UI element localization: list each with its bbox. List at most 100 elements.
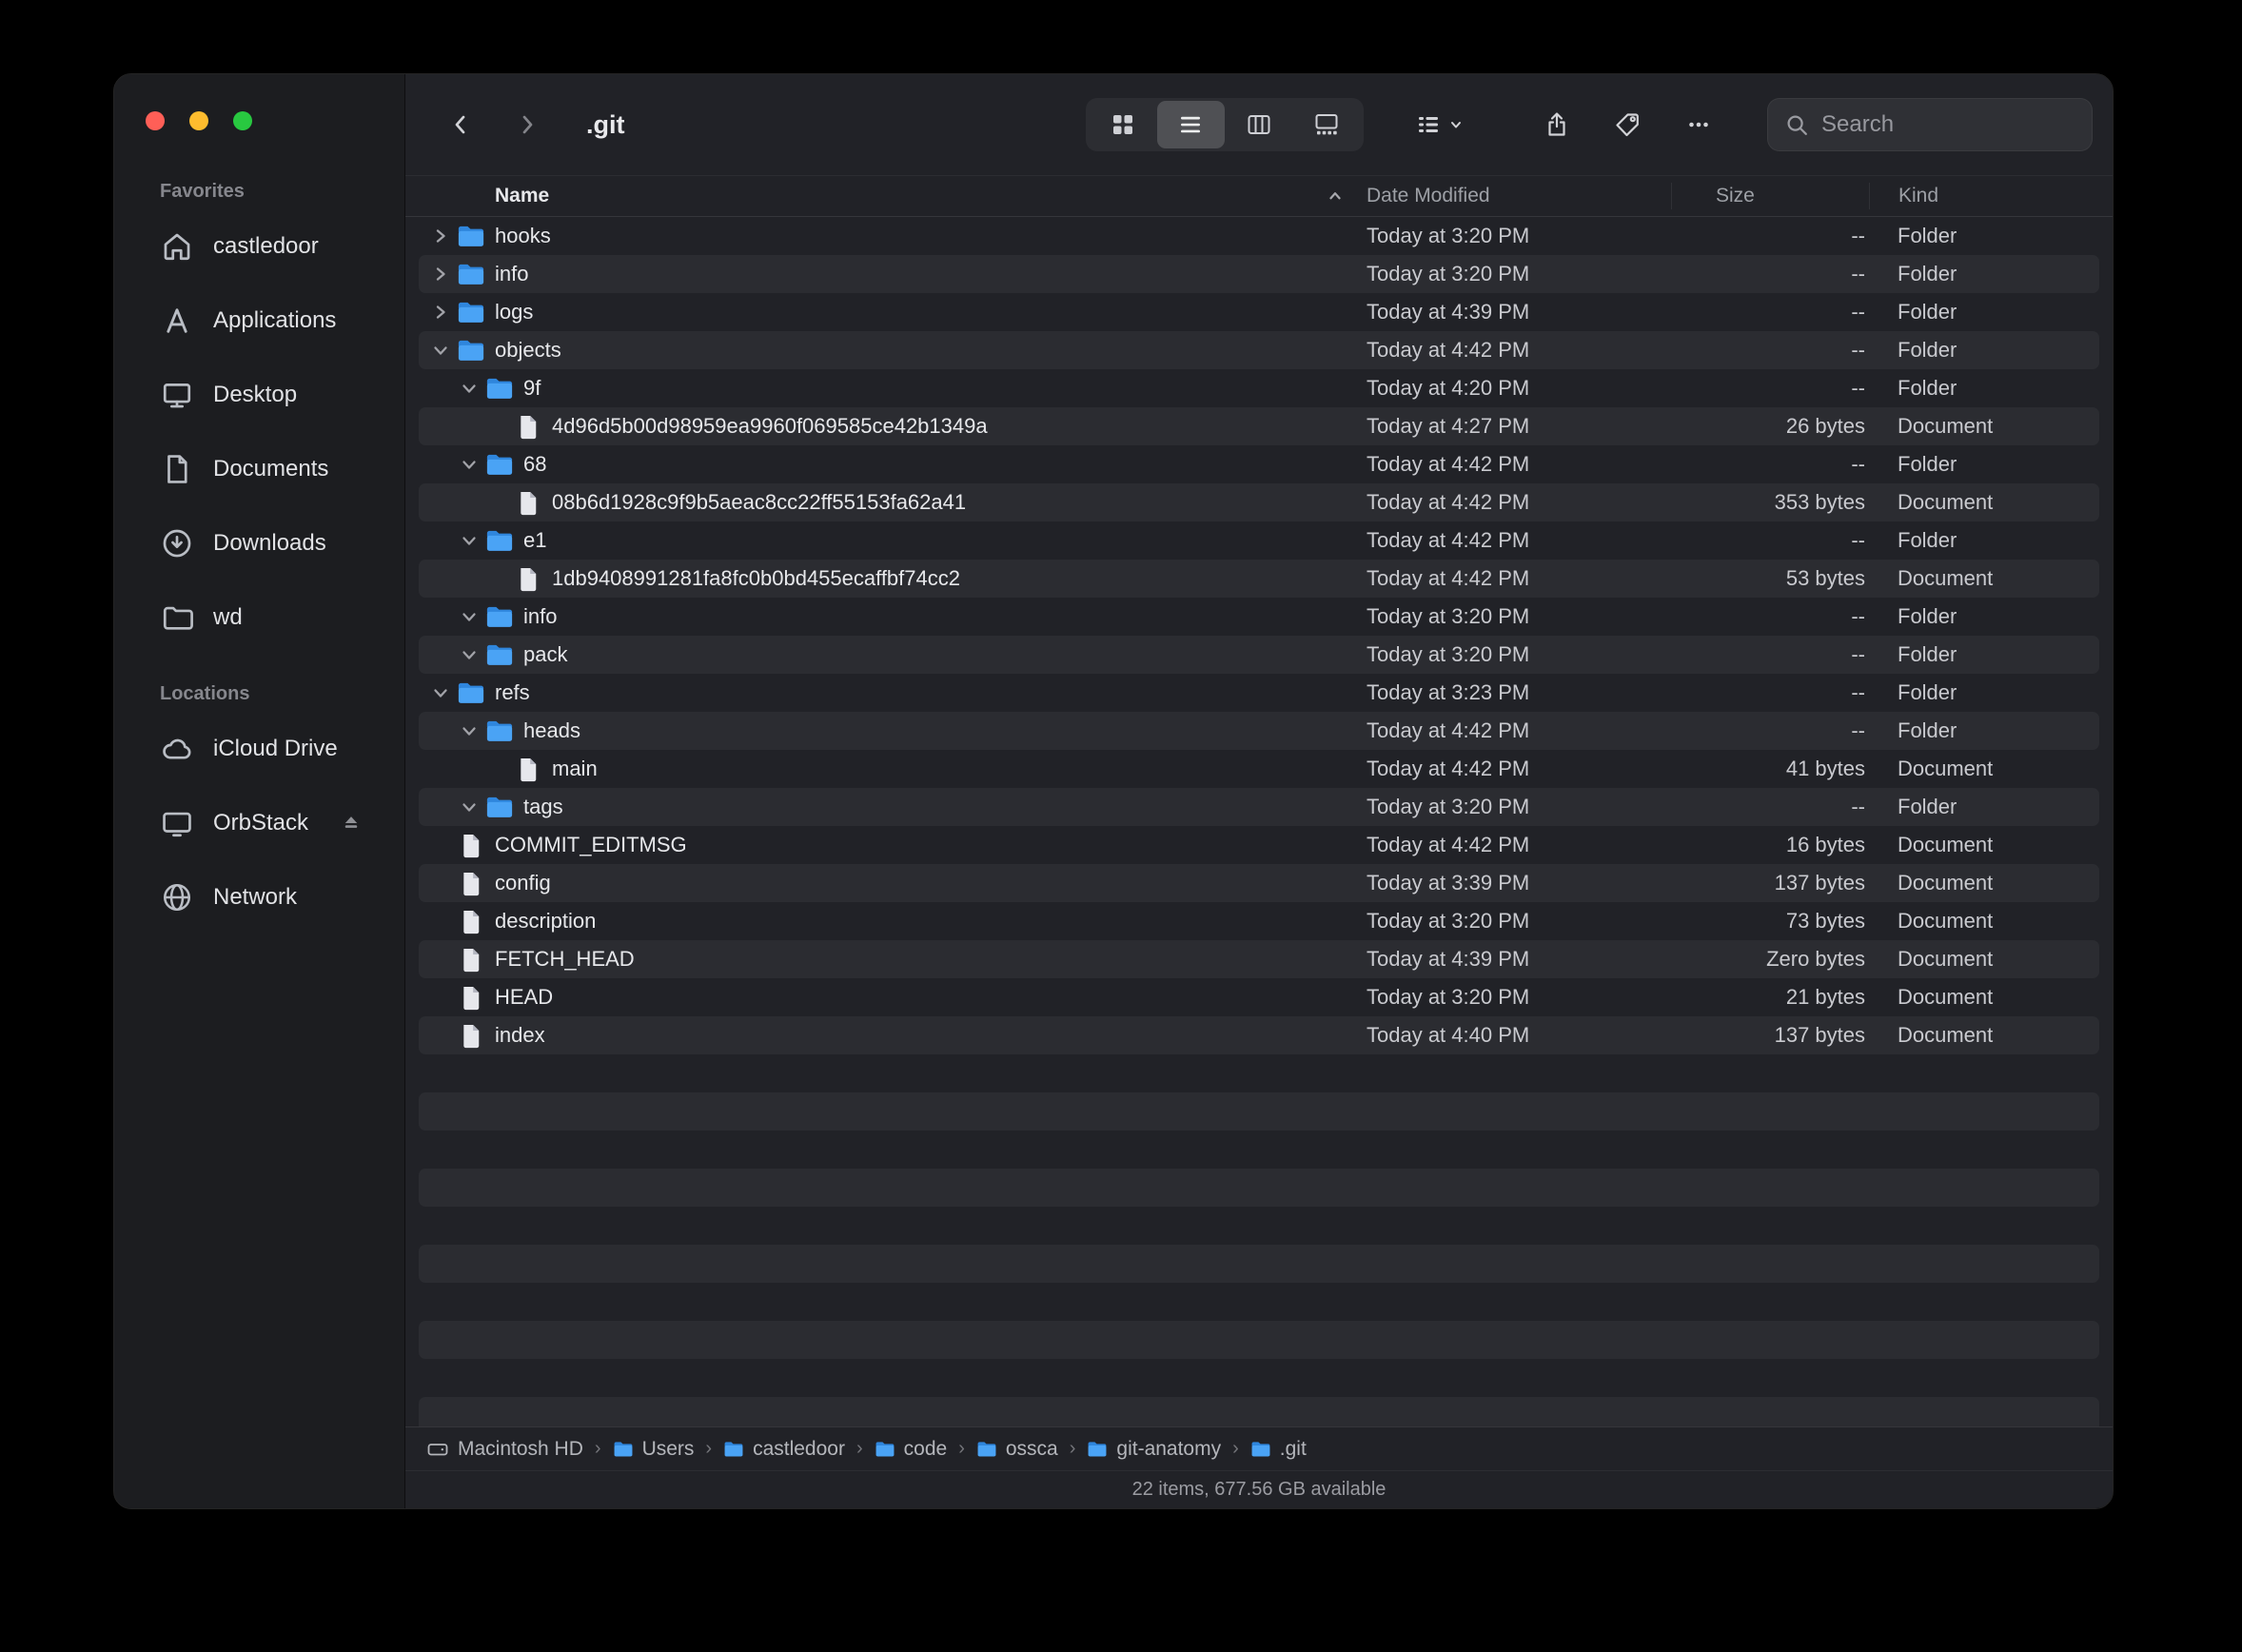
disclosure-chevron-icon[interactable] bbox=[426, 265, 455, 284]
back-button[interactable] bbox=[434, 98, 487, 151]
breadcrumb-item[interactable]: code bbox=[875, 1438, 948, 1461]
view-gallery-button[interactable] bbox=[1293, 101, 1362, 148]
cell-date-modified: Today at 3:20 PM bbox=[1367, 795, 1671, 819]
file-row[interactable]: COMMIT_EDITMSGToday at 4:42 PM16 bytesDo… bbox=[419, 826, 2099, 864]
file-row[interactable]: 9fToday at 4:20 PM--Folder bbox=[419, 369, 2099, 407]
file-row[interactable]: hooksToday at 3:20 PM--Folder bbox=[419, 217, 2099, 255]
sidebar-item-documents[interactable]: Documents bbox=[114, 432, 404, 506]
disclosure-chevron-icon[interactable] bbox=[455, 455, 483, 474]
forward-button[interactable] bbox=[501, 98, 554, 151]
cell-kind: Document bbox=[1869, 566, 2099, 591]
column-header-kind[interactable]: Kind bbox=[1869, 183, 2099, 209]
cell-name: heads bbox=[419, 718, 1367, 743]
file-row[interactable]: 68Today at 4:42 PM--Folder bbox=[419, 445, 2099, 483]
chevron-down-icon bbox=[1448, 117, 1464, 132]
downloads-icon bbox=[160, 526, 194, 560]
eject-icon[interactable] bbox=[341, 813, 362, 834]
group-by-button[interactable] bbox=[1401, 98, 1477, 151]
cell-size: Zero bytes bbox=[1671, 947, 1869, 972]
disclosure-chevron-icon[interactable] bbox=[455, 379, 483, 398]
disclosure-chevron-icon[interactable] bbox=[455, 721, 483, 740]
file-row[interactable]: headsToday at 4:42 PM--Folder bbox=[419, 712, 2099, 750]
disclosure-chevron-icon[interactable] bbox=[426, 341, 455, 360]
file-name: index bbox=[495, 1023, 545, 1048]
tag-button[interactable] bbox=[1595, 98, 1660, 151]
column-header-date-modified[interactable]: Date Modified bbox=[1367, 185, 1671, 207]
search-icon bbox=[1783, 111, 1810, 138]
breadcrumb-separator: › bbox=[856, 1438, 863, 1460]
minimize-button[interactable] bbox=[189, 111, 208, 130]
search-field[interactable] bbox=[1767, 98, 2093, 151]
breadcrumb-item[interactable]: ossca bbox=[976, 1438, 1058, 1461]
view-columns-button[interactable] bbox=[1225, 101, 1293, 148]
file-name: main bbox=[552, 757, 598, 781]
file-row[interactable]: mainToday at 4:42 PM41 bytesDocument bbox=[419, 750, 2099, 788]
sidebar-item-orbstack[interactable]: OrbStack bbox=[114, 786, 404, 860]
breadcrumb-item[interactable]: .git bbox=[1250, 1438, 1307, 1461]
cell-date-modified: Today at 4:42 PM bbox=[1367, 566, 1671, 591]
breadcrumb-item[interactable]: git-anatomy bbox=[1087, 1438, 1221, 1461]
file-row[interactable]: descriptionToday at 3:20 PM73 bytesDocum… bbox=[419, 902, 2099, 940]
file-row[interactable]: infoToday at 3:20 PM--Folder bbox=[419, 255, 2099, 293]
file-row[interactable]: e1Today at 4:42 PM--Folder bbox=[419, 521, 2099, 560]
empty-row bbox=[419, 1359, 2099, 1397]
sort-ascending-icon bbox=[1327, 187, 1344, 205]
file-row[interactable]: tagsToday at 3:20 PM--Folder bbox=[419, 788, 2099, 826]
breadcrumb-separator: › bbox=[958, 1438, 965, 1460]
breadcrumb-item[interactable]: castledoor bbox=[723, 1438, 845, 1461]
file-row[interactable]: 4d96d5b00d98959ea9960f069585ce42b1349aTo… bbox=[419, 407, 2099, 445]
path-bar: Macintosh HD›Users›castledoor›code›ossca… bbox=[405, 1426, 2113, 1470]
breadcrumb-item[interactable]: Macintosh HD bbox=[426, 1438, 583, 1461]
disclosure-chevron-icon[interactable] bbox=[455, 531, 483, 550]
column-header-size[interactable]: Size bbox=[1671, 183, 1869, 209]
file-row[interactable]: FETCH_HEADToday at 4:39 PMZero bytesDocu… bbox=[419, 940, 2099, 978]
column-header-name[interactable]: Name bbox=[419, 185, 1367, 207]
sidebar-item-network[interactable]: Network bbox=[114, 860, 404, 934]
sidebar-item-desktop[interactable]: Desktop bbox=[114, 358, 404, 432]
cell-date-modified: Today at 4:42 PM bbox=[1367, 528, 1671, 553]
sidebar-item-icloud-drive[interactable]: iCloud Drive bbox=[114, 712, 404, 786]
disclosure-chevron-icon[interactable] bbox=[455, 797, 483, 816]
sidebar-item-applications[interactable]: Applications bbox=[114, 284, 404, 358]
file-name: description bbox=[495, 909, 596, 934]
file-row[interactable]: 1db9408991281fa8fc0b0bd455ecaffbf74cc2To… bbox=[419, 560, 2099, 598]
file-row[interactable]: logsToday at 4:39 PM--Folder bbox=[419, 293, 2099, 331]
view-list-button[interactable] bbox=[1157, 101, 1226, 148]
cell-name: 1db9408991281fa8fc0b0bd455ecaffbf74cc2 bbox=[419, 566, 1367, 592]
disclosure-chevron-icon[interactable] bbox=[426, 226, 455, 246]
file-row[interactable]: refsToday at 3:23 PM--Folder bbox=[419, 674, 2099, 712]
empty-row bbox=[419, 1092, 2099, 1131]
close-button[interactable] bbox=[146, 111, 165, 130]
folder-icon bbox=[483, 605, 516, 629]
file-name: 08b6d1928c9f9b5aeac8cc22ff55153fa62a41 bbox=[552, 490, 966, 515]
sidebar-item-castledoor[interactable]: castledoor bbox=[114, 209, 404, 284]
file-row[interactable]: 08b6d1928c9f9b5aeac8cc22ff55153fa62a41To… bbox=[419, 483, 2099, 521]
search-input[interactable] bbox=[1821, 111, 2076, 138]
cell-name: info bbox=[419, 604, 1367, 629]
zoom-button[interactable] bbox=[233, 111, 252, 130]
file-row[interactable]: infoToday at 3:20 PM--Folder bbox=[419, 598, 2099, 636]
sidebar: FavoritescastledoorApplicationsDesktopDo… bbox=[114, 74, 405, 1508]
cell-name: 9f bbox=[419, 376, 1367, 401]
more-options-button[interactable] bbox=[1666, 98, 1731, 151]
disclosure-chevron-icon[interactable] bbox=[426, 683, 455, 702]
file-name: info bbox=[523, 604, 557, 629]
file-row[interactable]: packToday at 3:20 PM--Folder bbox=[419, 636, 2099, 674]
sidebar-item-downloads[interactable]: Downloads bbox=[114, 506, 404, 580]
disclosure-chevron-icon[interactable] bbox=[455, 645, 483, 664]
share-button[interactable] bbox=[1524, 98, 1589, 151]
breadcrumb-label: Users bbox=[642, 1438, 695, 1461]
breadcrumb-item[interactable]: Users bbox=[613, 1438, 695, 1461]
cell-date-modified: Today at 4:39 PM bbox=[1367, 947, 1671, 972]
sidebar-item-wd[interactable]: wd bbox=[114, 580, 404, 655]
sidebar-item-label: iCloud Drive bbox=[213, 736, 338, 762]
file-row[interactable]: objectsToday at 4:42 PM--Folder bbox=[419, 331, 2099, 369]
home-icon bbox=[160, 229, 194, 264]
disclosure-chevron-icon[interactable] bbox=[455, 607, 483, 626]
file-row[interactable]: configToday at 3:39 PM137 bytesDocument bbox=[419, 864, 2099, 902]
file-row[interactable]: indexToday at 4:40 PM137 bytesDocument bbox=[419, 1016, 2099, 1054]
view-icons-button[interactable] bbox=[1089, 101, 1157, 148]
cell-size: 26 bytes bbox=[1671, 414, 1869, 439]
file-row[interactable]: HEADToday at 3:20 PM21 bytesDocument bbox=[419, 978, 2099, 1016]
disclosure-chevron-icon[interactable] bbox=[426, 303, 455, 322]
